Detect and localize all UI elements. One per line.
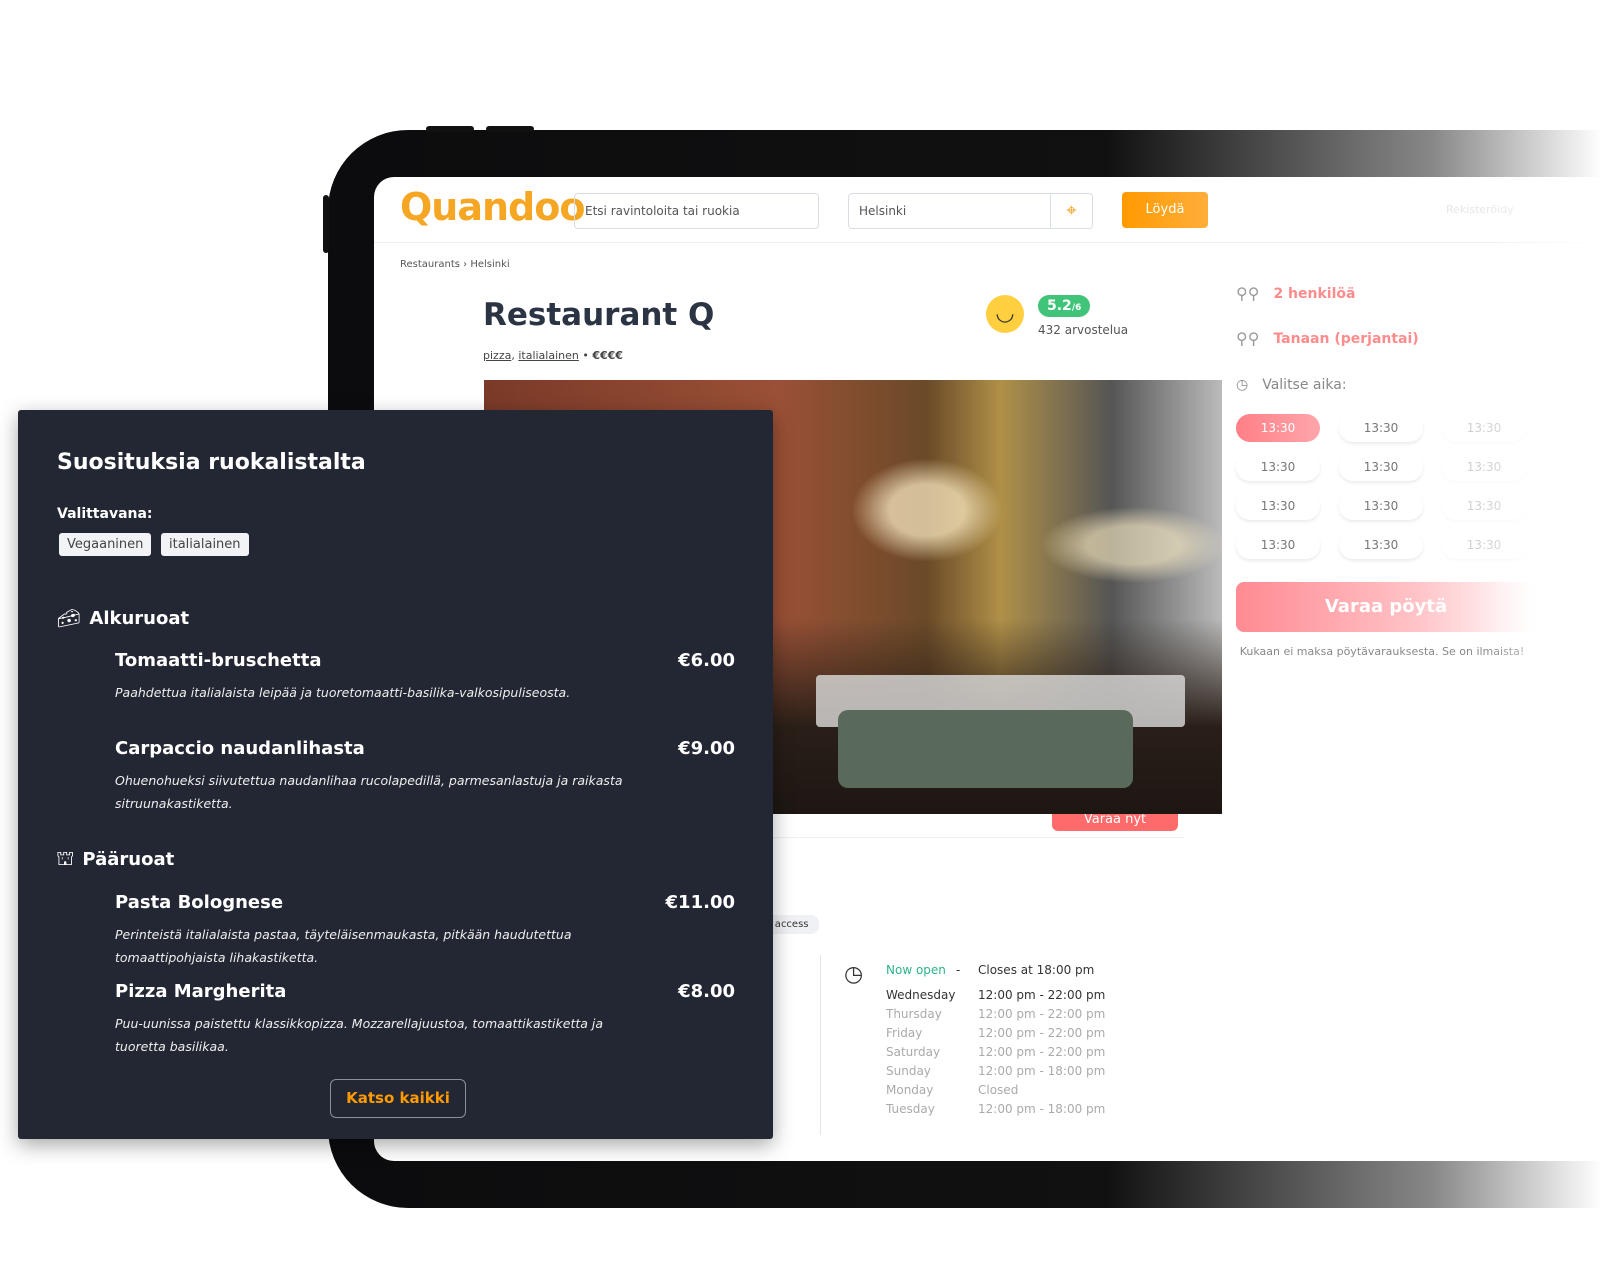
restaurant-name: Restaurant Q (483, 297, 715, 333)
clock-icon: ◷ (844, 962, 864, 987)
cheese-icon: 🧀︎ (56, 606, 82, 630)
time-slot[interactable]: 13:30 (1442, 453, 1526, 481)
clock-icon: ◷ (1236, 377, 1249, 393)
time-slot[interactable]: 13:30 (1339, 453, 1423, 481)
search-input[interactable]: Etsi ravintoloita tai ruokia (574, 193, 819, 229)
people-icon: ⚲⚲ (1236, 329, 1260, 348)
time-slot[interactable]: 13:30 (1339, 531, 1423, 559)
find-button[interactable]: Löydä (1122, 192, 1208, 228)
hours-row: Saturday 12:00 pm - 22:00 pm (886, 1045, 1106, 1059)
review-count[interactable]: 432 arvostelua (1038, 323, 1128, 337)
time-slot[interactable]: 13:30 (1236, 531, 1320, 559)
menu-item: Pizza Margherita €8.00 Puu-uunissa paistet… (115, 981, 735, 1054)
filter-label: Valittavana: (57, 506, 153, 522)
opening-hours: Now open - Closes at 18:00 pm Wednesday 12:… (886, 963, 1105, 1121)
cuisine-link[interactable]: italialainen (518, 349, 579, 362)
menu-item: Carpaccio naudanlihasta €9.00 Ohuenohueksi… (115, 738, 735, 811)
closing-time: Closes at 18:00 pm (978, 963, 1095, 977)
rating-value: 5.2 (1047, 298, 1072, 314)
price-level: €€€€ (592, 349, 623, 362)
tag-italian[interactable]: italialainen (161, 533, 249, 556)
time-slot[interactable]: 13:30 (1236, 453, 1320, 481)
rating-badge: 5.2/6 (1038, 295, 1091, 317)
booking-note: Kukaan ei maksa pöytävarauksesta. Se on … (1239, 645, 1525, 658)
guests-select[interactable]: ⚲⚲ 2 henkilöä (1236, 284, 1355, 303)
logo[interactable]: Quandoo (400, 185, 585, 229)
divider (820, 955, 821, 1135)
hours-row: Thursday 12:00 pm - 22:00 pm (886, 1007, 1106, 1021)
time-slot[interactable]: 13:30 (1339, 414, 1423, 442)
cloche-icon: ⛫ (56, 846, 75, 870)
breadcrumb-restaurants[interactable]: Restaurants (400, 259, 460, 270)
register-link[interactable]: Rekisteröidy (1446, 203, 1514, 216)
time-slot[interactable]: 13:30 (1442, 531, 1526, 559)
open-status: Now open (886, 963, 946, 977)
breadcrumb: Restaurants › Helsinki (400, 259, 510, 270)
restaurant-tags: pizza, italialainen • €€€€ (483, 349, 623, 362)
tablet-button (426, 126, 474, 132)
menu-item: Tomaatti-bruschetta €6.00 Paahdettua itali… (115, 650, 735, 700)
smiley-icon: ◡ (986, 295, 1024, 333)
separator: - (956, 963, 961, 977)
time-slot[interactable]: 13:30 (1236, 414, 1320, 442)
hours-row: Sunday 12:00 pm - 18:00 pm (886, 1064, 1106, 1078)
category-mains: ⛫ Pääruoat (56, 846, 174, 873)
location-value: Helsinki (859, 204, 907, 218)
tablet-button (323, 195, 329, 253)
hours-row: Friday 12:00 pm - 22:00 pm (886, 1026, 1106, 1040)
category-starters: 🧀︎ Alkuruoat (56, 606, 190, 630)
date-select[interactable]: ⚲⚲ Tanaan (perjantai) (1236, 329, 1419, 348)
location-input[interactable]: Helsinki ⌖ (848, 193, 1093, 229)
tag-vegan[interactable]: Vegaaninen (59, 533, 152, 556)
rating-scale: /6 (1071, 303, 1082, 313)
people-icon: ⚲⚲ (1236, 284, 1260, 303)
time-slot[interactable]: 13:30 (1442, 414, 1526, 442)
see-all-button[interactable]: Katso kaikki (330, 1079, 466, 1118)
hours-row: Wednesday 12:00 pm - 22:00 pm (886, 988, 1106, 1002)
menu-recommendations-panel: Suosituksia ruokalistalta Valittavana: V… (18, 410, 773, 1139)
menu-item: Pasta Bolognese €11.00 Perinteistä italial… (115, 892, 735, 965)
menu-title: Suosituksia ruokalistalta (57, 450, 366, 475)
time-slot[interactable]: 13:30 (1236, 492, 1320, 520)
book-table-button[interactable]: Varaa pöytä (1236, 582, 1536, 632)
header: Quandoo Etsi ravintoloita tai ruokia Hel… (374, 177, 1600, 243)
cuisine-link[interactable]: pizza (483, 349, 511, 362)
tablet-button (486, 126, 534, 132)
hours-row: Monday Closed (886, 1083, 1019, 1097)
time-slot[interactable]: 13:30 (1442, 492, 1526, 520)
hours-row: Tuesday 12:00 pm - 18:00 pm (886, 1102, 1106, 1116)
locate-icon[interactable]: ⌖ (1050, 194, 1092, 228)
breadcrumb-helsinki[interactable]: Helsinki (470, 259, 509, 270)
time-slot[interactable]: 13:30 (1339, 492, 1423, 520)
time-select[interactable]: ◷ Valitse aika: (1236, 377, 1347, 393)
